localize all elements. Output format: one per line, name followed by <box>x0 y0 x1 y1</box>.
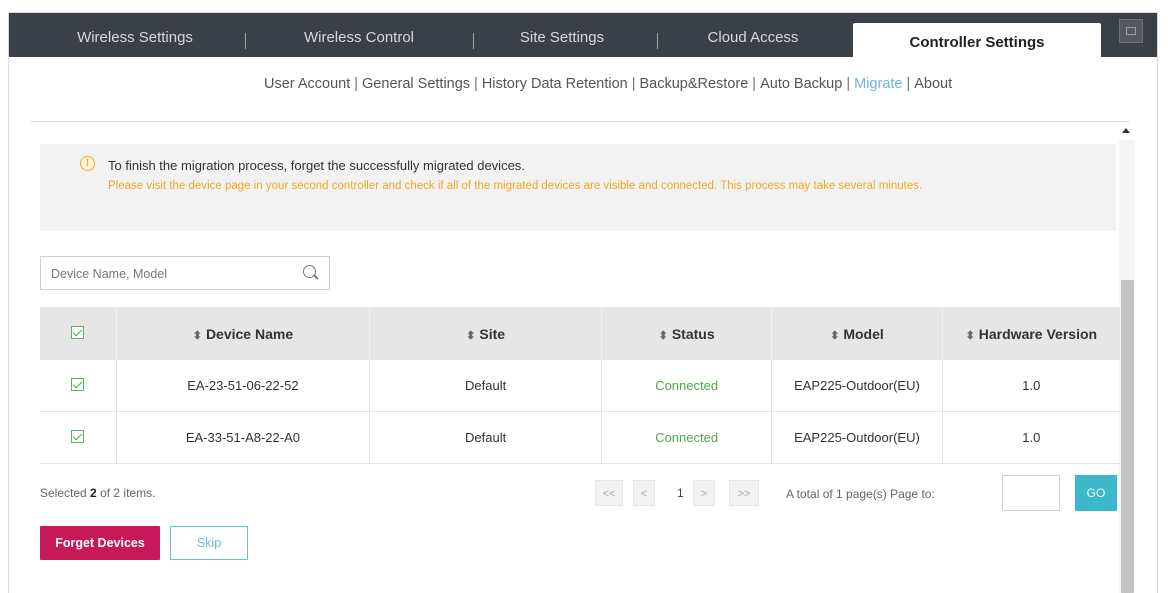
subnav-divider: | <box>474 76 478 92</box>
header-status[interactable]: ⬍ Status <box>601 307 773 360</box>
subnav-backup-restore[interactable]: Backup&Restore <box>639 76 748 92</box>
device-name-cell: EA-33-51-A8-22-A0 <box>116 411 371 464</box>
next-page-button[interactable]: > <box>693 480 715 506</box>
site-cell: Default <box>369 411 602 464</box>
last-page-button[interactable]: >> <box>729 480 759 506</box>
tab-site-settings[interactable]: Site Settings <box>497 13 627 57</box>
subnav-divider: | <box>752 76 757 92</box>
tab-divider <box>473 33 474 49</box>
status-cell: Connected <box>601 360 773 412</box>
subnav-divider: | <box>631 76 636 92</box>
row-select-cell <box>40 360 117 412</box>
window-icon <box>1126 27 1136 35</box>
tab-controller-settings[interactable]: Controller Settings <box>853 23 1101 57</box>
table-row: EA-23-51-06-22-52 Default Connected EAP2… <box>40 360 1120 412</box>
subnav-general-settings[interactable]: General Settings <box>362 76 470 92</box>
prev-page-button[interactable]: < <box>633 480 655 506</box>
subnav-user-account[interactable]: User Account <box>264 76 350 92</box>
migration-notice: ! To finish the migration process, forge… <box>40 144 1116 231</box>
header-site[interactable]: ⬍ Site <box>369 307 602 360</box>
page-to-input[interactable] <box>1002 475 1060 511</box>
table-header-row: ⬍ Device Name ⬍ Site ⬍ Status ⬍ Model ⬍ Hardw… <box>40 307 1120 360</box>
tab-wireless-settings[interactable]: Wireless Settings <box>51 13 219 57</box>
hardware-version-cell: 1.0 <box>942 411 1120 464</box>
table-row: EA-33-51-A8-22-A0 Default Connected EAP2… <box>40 411 1120 464</box>
content-divider <box>30 121 1130 122</box>
sort-icon: ⬍ <box>658 329 668 342</box>
current-page[interactable]: 1 <box>677 486 684 500</box>
tab-wireless-control[interactable]: Wireless Control <box>271 13 447 57</box>
subnav-divider: | <box>354 76 359 92</box>
go-button[interactable]: GO <box>1075 475 1117 511</box>
row-select-cell <box>40 411 117 464</box>
device-name-cell: EA-23-51-06-22-52 <box>116 360 371 412</box>
subnav-auto-backup[interactable]: Auto Backup <box>760 76 842 92</box>
migrated-devices-table: ⬍ Device Name ⬍ Site ⬍ Status ⬍ Model ⬍ Hardw… <box>40 307 1120 464</box>
header-device-name[interactable]: ⬍ Device Name <box>116 307 371 360</box>
model-cell: EAP225-Outdoor(EU) <box>771 411 943 464</box>
forget-devices-button[interactable]: Forget Devices <box>40 526 160 560</box>
search-input[interactable] <box>49 264 283 284</box>
sort-icon: ⬍ <box>192 329 202 342</box>
site-cell: Default <box>369 360 602 412</box>
hardware-version-cell: 1.0 <box>942 360 1120 412</box>
sort-icon: ⬍ <box>466 329 476 342</box>
tab-cloud-access[interactable]: Cloud Access <box>681 13 825 57</box>
select-all-header[interactable] <box>40 307 117 360</box>
status-cell: Connected <box>601 411 773 464</box>
search-icon[interactable] <box>303 265 316 278</box>
skip-button[interactable]: Skip <box>170 526 248 560</box>
device-search-box <box>40 256 330 290</box>
notice-detail: Please visit the device page in your sec… <box>108 180 923 192</box>
subnav-divider: | <box>906 76 911 92</box>
model-cell: EAP225-Outdoor(EU) <box>771 360 943 412</box>
subnav-migrate[interactable]: Migrate <box>854 76 902 92</box>
subnav-divider: | <box>846 76 851 92</box>
sort-icon: ⬍ <box>965 329 975 342</box>
first-page-button[interactable]: << <box>595 480 623 506</box>
sort-icon: ⬍ <box>830 329 840 342</box>
subnav-history-data-retention[interactable]: History Data Retention <box>482 76 628 92</box>
scrollbar-thumb[interactable] <box>1121 280 1134 593</box>
selection-summary: Selected 2 of 2 items. <box>40 486 156 500</box>
row-checkbox[interactable] <box>71 377 85 391</box>
scroll-up-arrow-icon[interactable] <box>1122 128 1130 133</box>
select-all-checkbox[interactable] <box>71 325 85 339</box>
header-hardware-version[interactable]: ⬍ Hardware Version <box>942 307 1120 360</box>
row-checkbox[interactable] <box>71 429 85 443</box>
tab-divider <box>657 33 658 49</box>
info-icon: ! <box>80 156 95 171</box>
subnav-about[interactable]: About <box>914 76 952 92</box>
tab-divider <box>245 33 246 49</box>
window-toggle-button[interactable] <box>1119 19 1143 43</box>
page-total-info: A total of 1 page(s) Page to: <box>786 487 935 501</box>
notice-title: To finish the migration process, forget … <box>108 158 525 173</box>
top-tab-bar: Wireless Settings Wireless Control Site … <box>9 13 1157 57</box>
header-model[interactable]: ⬍ Model <box>771 307 943 360</box>
controller-window: Wireless Settings Wireless Control Site … <box>8 12 1158 593</box>
settings-subnav: User Account | General Settings | History Da… <box>264 76 952 92</box>
